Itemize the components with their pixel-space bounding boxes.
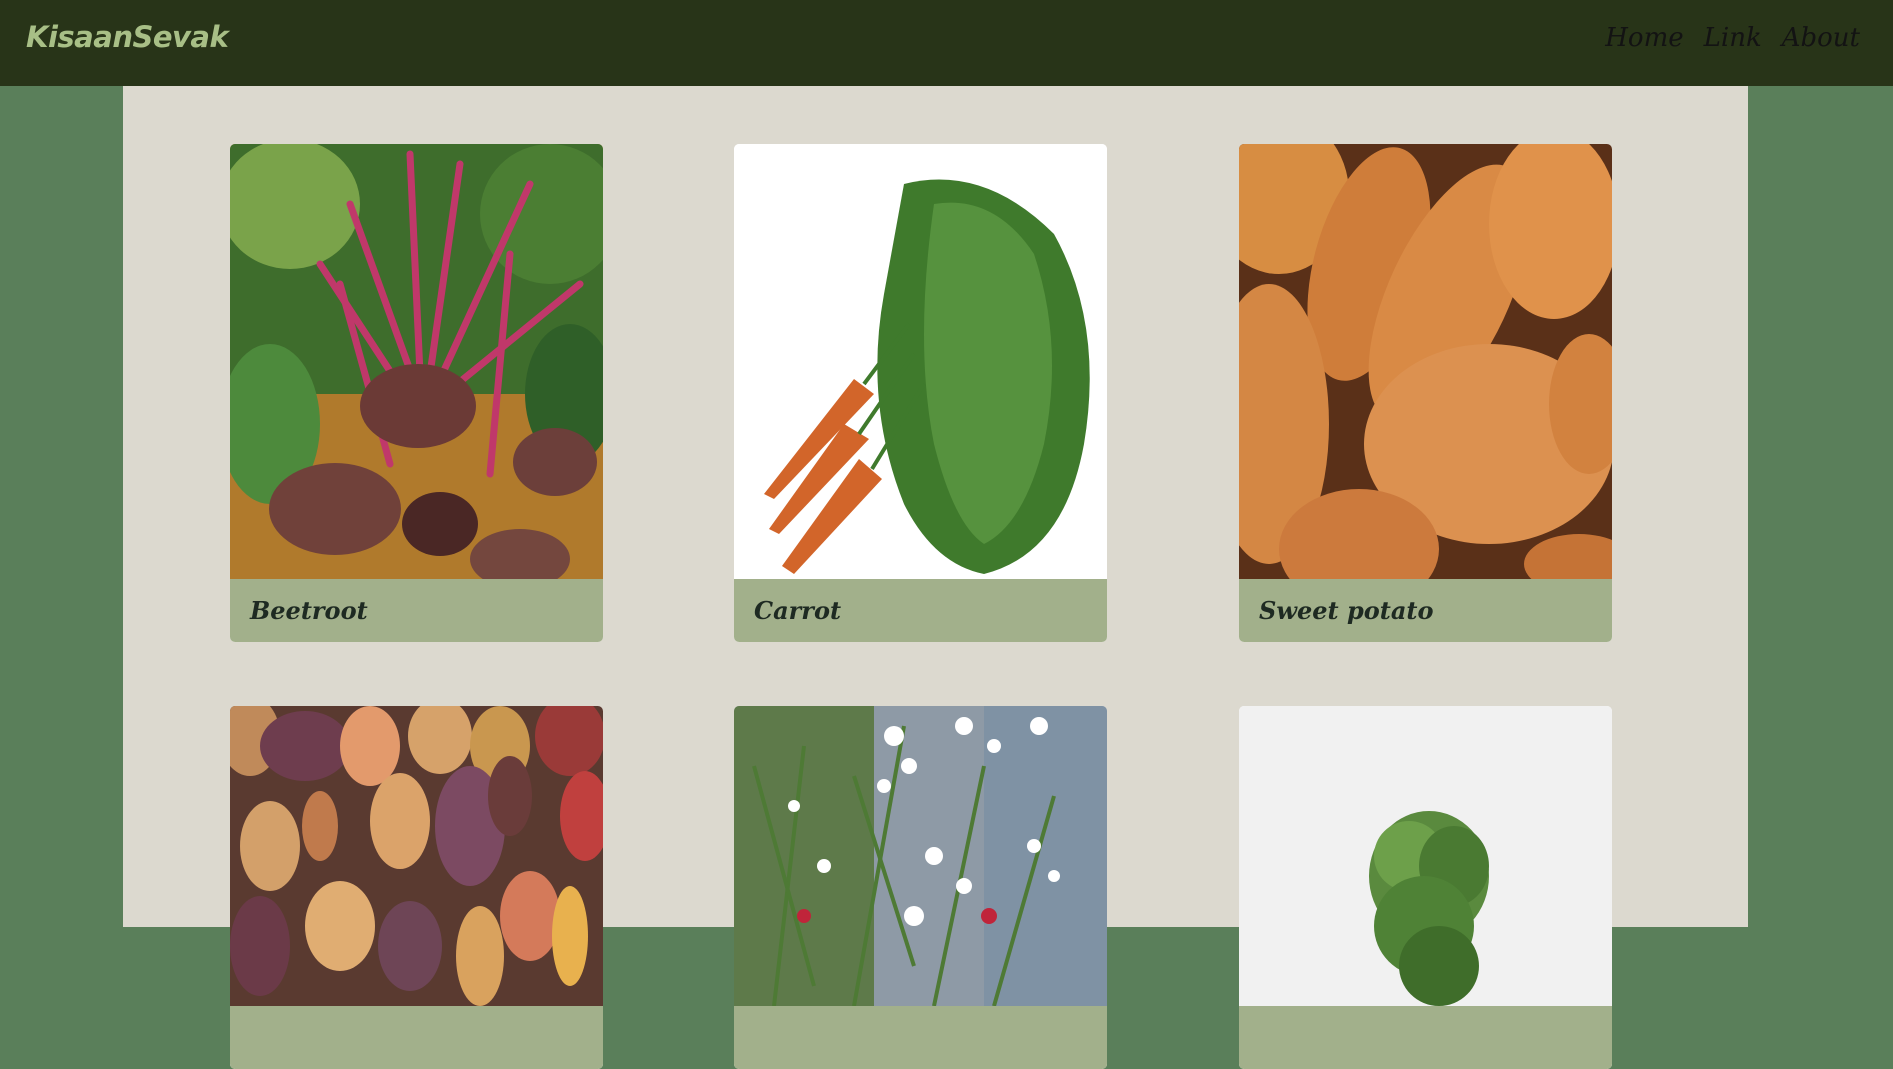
card-label: Carrot xyxy=(734,579,1107,642)
nav-link-link[interactable]: Link xyxy=(1704,23,1762,53)
nav-link-home[interactable]: Home xyxy=(1605,23,1683,53)
beetroot-image xyxy=(230,144,603,579)
sweet-potato-image xyxy=(1239,144,1612,579)
product-card-carrot[interactable]: Carrot xyxy=(734,144,1107,642)
product-card-leafy-greens[interactable] xyxy=(1239,706,1612,1069)
carrot-image xyxy=(734,144,1107,579)
flowering-plant-image xyxy=(734,706,1107,1006)
nav-link-about[interactable]: About xyxy=(1782,23,1860,53)
leafy-greens-image xyxy=(1239,706,1612,1006)
card-label xyxy=(230,1006,603,1069)
brand-logo[interactable]: KisaanSevak xyxy=(26,20,229,54)
card-label xyxy=(734,1006,1107,1069)
card-label: Beetroot xyxy=(230,579,603,642)
card-label: Sweet potato xyxy=(1239,579,1612,642)
product-card-beetroot[interactable]: Beetroot xyxy=(230,144,603,642)
card-label xyxy=(1239,1006,1612,1069)
product-card-flowering-plant[interactable] xyxy=(734,706,1107,1069)
top-navbar: KisaanSevak Home Link About xyxy=(0,0,1893,86)
nav-links: Home Link About xyxy=(1605,23,1860,53)
product-grid: Beetroot Carrot Sweet potato xyxy=(123,86,1748,1069)
potatoes-image xyxy=(230,706,603,1006)
product-card-potatoes[interactable] xyxy=(230,706,603,1069)
product-card-sweet-potato[interactable]: Sweet potato xyxy=(1239,144,1612,642)
